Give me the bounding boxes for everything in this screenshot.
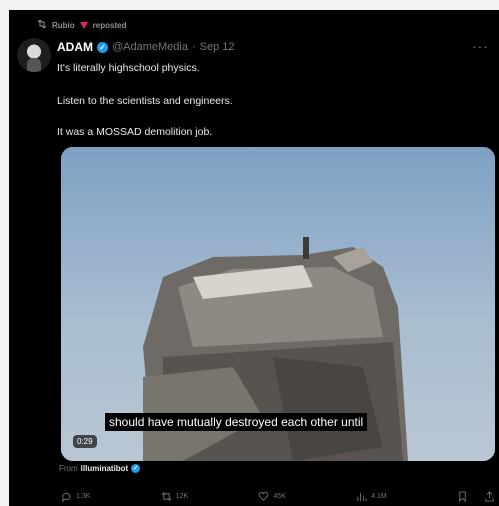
- like-button[interactable]: 45K: [258, 491, 286, 502]
- action-bar: 1.3K 12K 45K 4.1M: [61, 491, 495, 502]
- repost-icon: [161, 492, 172, 501]
- author-handle[interactable]: @AdameMedia: [112, 41, 188, 53]
- author-name[interactable]: ADAM: [57, 40, 93, 54]
- source-verified-icon: ✓: [131, 464, 141, 473]
- more-options-icon[interactable]: ···: [472, 38, 489, 54]
- repost-label: reposted: [92, 20, 127, 30]
- source-attribution: From illuminatibot ✓: [59, 464, 141, 473]
- dot-separator: ·: [191, 41, 196, 53]
- video-subtitle: should have mutually destroyed each othe…: [105, 413, 368, 431]
- from-label: From: [59, 464, 78, 473]
- source-account[interactable]: illuminatibot: [81, 464, 129, 473]
- share-icon: [485, 491, 494, 502]
- tweet-text-line-2: Listen to the scientists and engineers.: [57, 95, 233, 107]
- video-duration: 0:29: [73, 435, 97, 448]
- tweet-text-line-3: It was a MOSSAD demolition job.: [57, 126, 213, 138]
- bookmark-icon: [459, 491, 466, 502]
- bookmark-button[interactable]: [457, 491, 468, 502]
- heart-icon: [259, 492, 269, 501]
- avatar[interactable]: [17, 38, 51, 72]
- tweet-card[interactable]: Rubio reposted ADAM ✓ @AdameMedia · Sep …: [9, 10, 499, 506]
- repost-header: Rubio reposted: [37, 19, 127, 30]
- reply-icon: [62, 492, 71, 502]
- video-player[interactable]: should have mutually destroyed each othe…: [61, 147, 495, 461]
- like-count: 45K: [273, 493, 286, 500]
- tweet-text-line-1: It's literally highschool physics.: [57, 62, 200, 74]
- repost-button[interactable]: 12K: [161, 491, 188, 502]
- verified-badge-icon: ✓: [97, 41, 108, 53]
- tweet-header: ADAM ✓ @AdameMedia · Sep 12: [57, 40, 235, 54]
- reply-count: 1.3K: [76, 493, 91, 500]
- repost-count: 12K: [175, 493, 189, 500]
- triangle-down-icon: [79, 21, 88, 29]
- views-button[interactable]: 4.1M: [356, 491, 387, 502]
- secondary-actions: [457, 491, 495, 502]
- repost-icon: [37, 19, 47, 30]
- view-count: 4.1M: [371, 493, 387, 500]
- bar-chart-icon: [357, 492, 367, 502]
- repost-user[interactable]: Rubio: [52, 21, 75, 30]
- reply-button[interactable]: 1.3K: [61, 491, 90, 502]
- share-button[interactable]: [484, 491, 495, 502]
- tweet-date[interactable]: Sep 12: [200, 41, 235, 53]
